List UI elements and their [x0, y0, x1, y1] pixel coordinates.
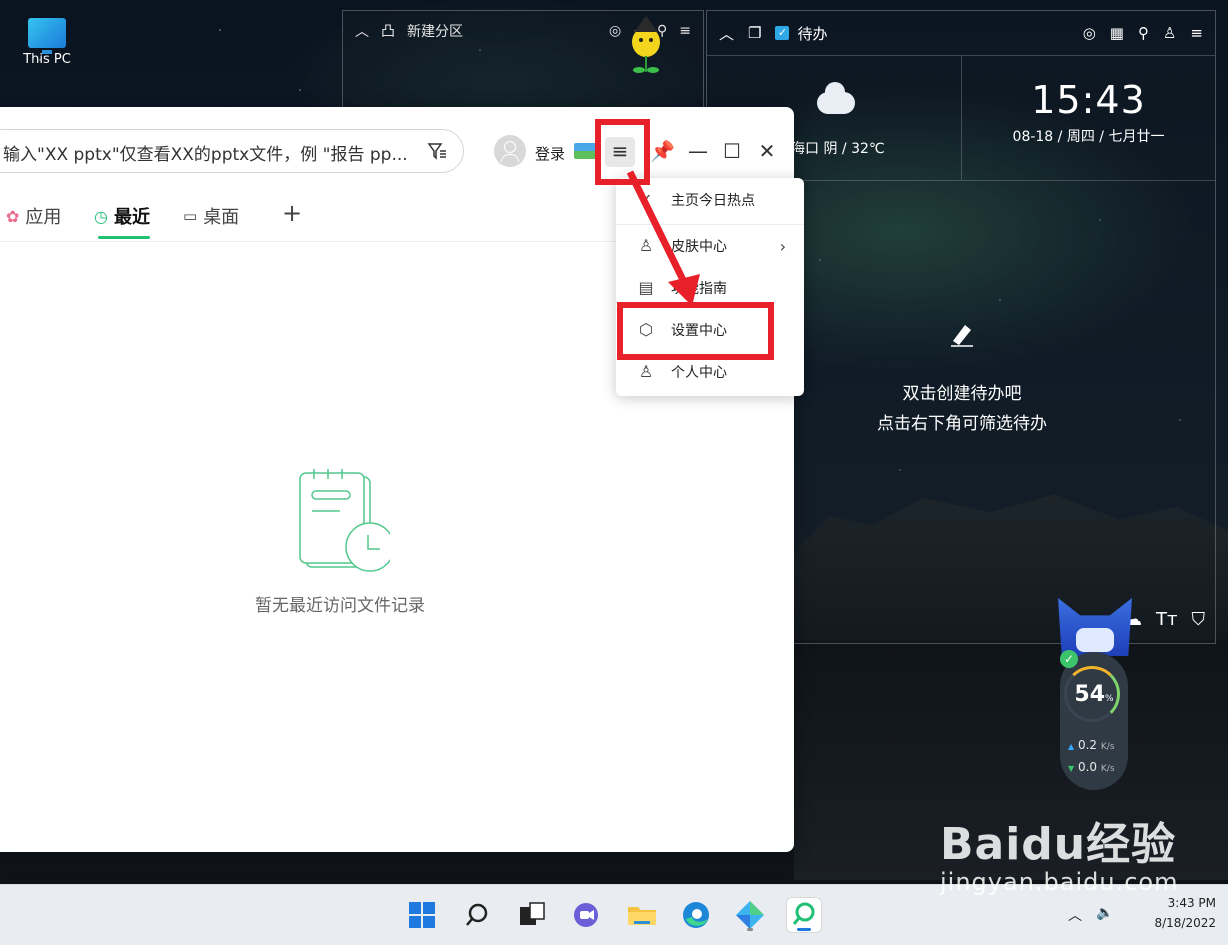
partition-title: 新建分区: [407, 24, 463, 40]
maximize-button[interactable]: ☐: [720, 139, 744, 163]
menu-divider: [616, 224, 804, 225]
todo-title: 待办: [797, 24, 828, 43]
windows-logo-icon: [409, 902, 435, 928]
skin-image-icon[interactable]: [574, 143, 596, 159]
todo-toolbar: ︿ ❐ ✓ 待办 ◎ ▦ ⚲ ♙ ≡: [707, 11, 1215, 56]
window-icon[interactable]: ❐: [748, 24, 761, 42]
monitor-icon: ▭: [183, 207, 198, 225]
weather-text: 海口 阴 / 32℃: [791, 141, 885, 157]
taskbar-clock[interactable]: 3:43 PM 8/18/2022: [1154, 893, 1216, 933]
monitor-icon: [28, 18, 66, 54]
document-icon: ▤: [638, 278, 654, 297]
search-icon: [466, 903, 488, 926]
clock-panel: 15:43 08-18 / 周四 / 七月廿一: [962, 56, 1215, 180]
apps-icon: ✿: [6, 206, 20, 226]
user-icon[interactable]: ◎: [1083, 24, 1096, 42]
avatar[interactable]: [494, 135, 526, 167]
menu-icon[interactable]: ≡: [1190, 24, 1203, 42]
system-tray: ︿ 🔈: [1068, 905, 1113, 925]
todo-empty-line2: 点击右下角可筛选待办: [877, 414, 1047, 434]
todo-empty-state[interactable]: 双击创建待办吧 点击右下角可筛选待办: [827, 321, 1097, 439]
check-badge-icon: ✓: [1060, 650, 1078, 668]
file-explorer-button[interactable]: [624, 897, 660, 933]
todo-empty-line1: 双击创建待办吧: [902, 384, 1022, 404]
watermark-brand: Baidu经验: [940, 819, 1177, 870]
pen-icon: [951, 325, 973, 347]
user-icon[interactable]: ◎: [609, 23, 621, 39]
menu-item-guide[interactable]: ▤ 功能指南: [616, 270, 804, 306]
search-app-button[interactable]: [786, 897, 822, 933]
taskbar-date: 8/18/2022: [1154, 916, 1216, 930]
speed-body: 54% ▲ 0.2 K/s ▼ 0.0 K/s: [1060, 652, 1128, 790]
active-indicator: [797, 928, 811, 931]
app-diamond-button[interactable]: [732, 897, 768, 933]
clock-date: 08-18 / 周四 / 七月廿一: [1012, 129, 1165, 145]
minimize-button[interactable]: —: [686, 139, 710, 163]
login-button[interactable]: 登录: [535, 143, 565, 164]
font-size-icon[interactable]: Tт: [1156, 609, 1177, 630]
tab-desktop[interactable]: ▭ 桌面: [183, 203, 239, 229]
close-button[interactable]: ✕: [755, 139, 779, 163]
pin-icon[interactable]: 📌: [650, 139, 675, 163]
search-taskbar-button[interactable]: [460, 897, 496, 933]
highlight-settings-item: [617, 302, 774, 360]
baidu-watermark: Baidu经验 jingyan.baidu.com: [940, 808, 1178, 896]
filter-icon[interactable]: ⛉: [1192, 609, 1206, 630]
desktop-icon-label: This PC: [23, 52, 71, 67]
folder-icon: [628, 907, 656, 925]
checkmark-icon: ✓: [639, 190, 653, 209]
collapse-icon[interactable]: ︿: [355, 21, 369, 41]
edge-icon: [683, 902, 709, 928]
watermark-url: jingyan.baidu.com: [940, 868, 1179, 896]
todo-check-icon: ✓: [775, 26, 790, 40]
chat-icon: [574, 903, 598, 927]
running-indicator: [747, 928, 753, 931]
edge-browser-button[interactable]: [678, 897, 714, 933]
clock-time: 15:43: [1031, 78, 1146, 122]
robot-face: [1076, 628, 1114, 652]
filter-icon[interactable]: [427, 141, 447, 161]
upload-arrow-icon: ▲: [1068, 742, 1075, 751]
download-arrow-icon: ▼: [1068, 764, 1075, 773]
shirt-icon: ♙: [638, 236, 654, 255]
add-tab-button[interactable]: +: [282, 199, 302, 227]
shirt-icon[interactable]: ♙: [1163, 24, 1176, 42]
mascot-icon: [632, 16, 660, 73]
download-rate: ▼ 0.0 K/s: [1068, 760, 1115, 774]
menu-item-skin-center[interactable]: ♙ 皮肤中心 ›: [616, 228, 804, 264]
speed-widget[interactable]: 54% ▲ 0.2 K/s ▼ 0.0 K/s ✓: [1052, 598, 1136, 792]
teams-chat-button[interactable]: [568, 897, 604, 933]
usage-percent: 54%: [1074, 682, 1114, 707]
search-input[interactable]: [1, 130, 415, 174]
todo-tools: ☁ Tт ⛉: [1124, 609, 1205, 630]
person-icon: ♙: [638, 362, 654, 381]
upload-rate: ▲ 0.2 K/s: [1068, 738, 1115, 752]
highlight-menu-button: [595, 119, 650, 185]
tab-recent[interactable]: ◷ 最近: [94, 203, 150, 239]
main-menu-dropdown: ✓ 主页今日热点 ♙ 皮肤中心 › ▤ 功能指南 ⬡ 设置中心 ♙ 个人中心: [616, 178, 804, 396]
cloud-icon: [817, 82, 855, 114]
search-box[interactable]: [0, 129, 464, 174]
calendar-icon[interactable]: ▦: [1110, 24, 1124, 42]
menu-icon[interactable]: ≡: [679, 23, 691, 39]
empty-notebook-icon: [299, 469, 395, 572]
chevron-right-icon: ›: [779, 236, 786, 256]
recent-empty-state: 暂无最近访问文件记录: [220, 467, 460, 616]
search-icon[interactable]: ⚲: [1138, 24, 1149, 42]
collapse-icon[interactable]: ︿: [719, 23, 734, 44]
tab-apps[interactable]: ✿ 应用: [6, 203, 61, 229]
start-button[interactable]: [404, 897, 440, 933]
recent-empty-text: 暂无最近访问文件记录: [255, 596, 425, 616]
menu-item-hot-news[interactable]: ✓ 主页今日热点: [616, 182, 804, 218]
clock-icon: ◷: [94, 206, 108, 226]
task-view-button[interactable]: [514, 897, 550, 933]
chevron-up-icon[interactable]: ︿: [1068, 905, 1082, 925]
partition-icon: 凸: [381, 24, 395, 40]
taskbar-time: 3:43 PM: [1167, 896, 1216, 910]
task-view-icon: [520, 902, 545, 925]
volume-icon[interactable]: 🔈: [1096, 905, 1113, 925]
desktop-icon-this-pc[interactable]: This PC: [14, 18, 80, 67]
